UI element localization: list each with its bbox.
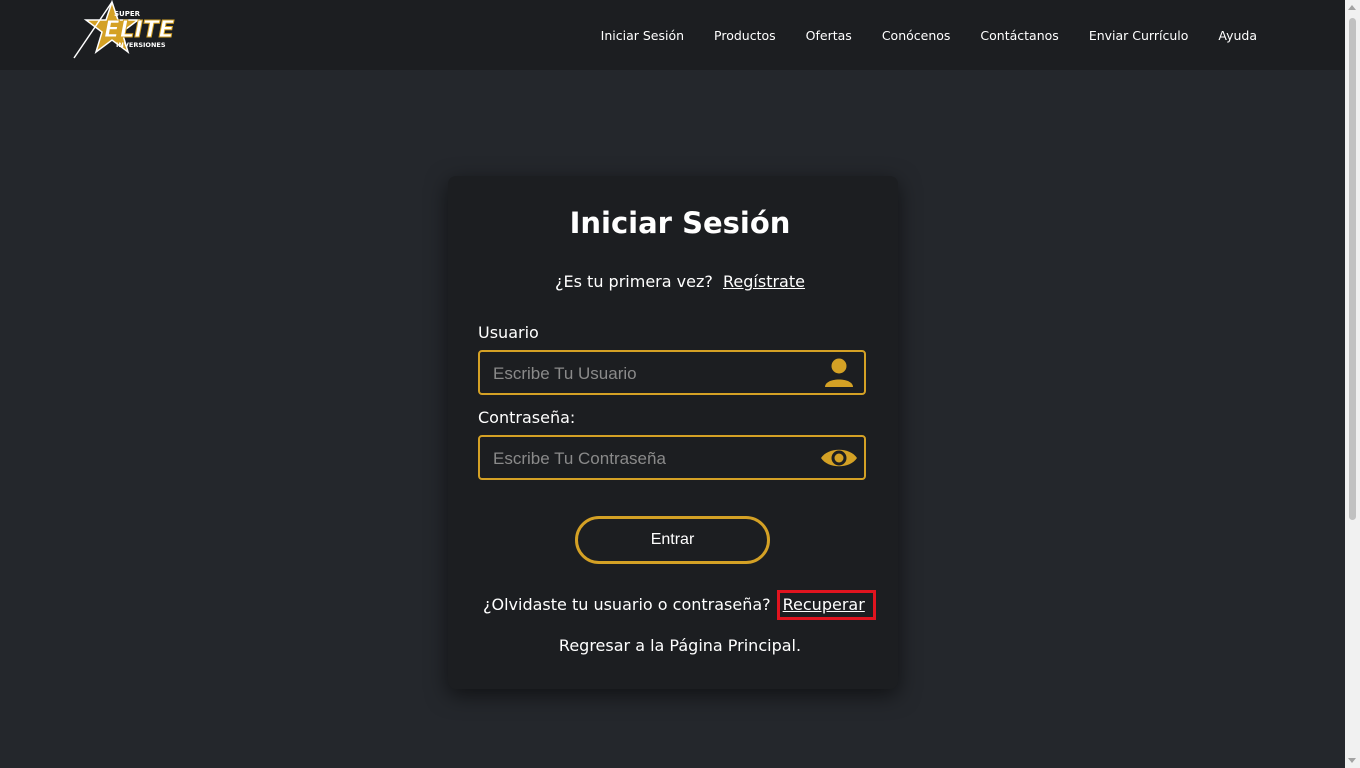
nav-link-conocenos[interactable]: Conócenos <box>882 28 951 43</box>
register-link[interactable]: Regístrate <box>723 272 805 291</box>
forgot-text: ¿Olvidaste tu usuario o contraseña? <box>483 595 771 614</box>
forgot-credentials: ¿Olvidaste tu usuario o contraseña? Recup… <box>483 590 876 621</box>
login-title: Iniciar Sesión <box>569 206 791 240</box>
nav-link-contactanos[interactable]: Contáctanos <box>980 28 1058 43</box>
username-label: Usuario <box>478 323 539 342</box>
user-icon <box>825 358 853 387</box>
logo-text-sub: INVERSIONES <box>116 41 166 49</box>
nav-link-enviar-curriculo[interactable]: Enviar Currículo <box>1089 28 1189 43</box>
username-input[interactable] <box>491 352 815 395</box>
login-submit-button[interactable]: Entrar <box>575 516 770 564</box>
username-field[interactable] <box>478 350 866 395</box>
scroll-down-icon[interactable] <box>1348 758 1356 763</box>
nav-link-productos[interactable]: Productos <box>714 28 776 43</box>
back-to-home-link[interactable]: Regresar a la Página Principal. <box>0 636 1360 655</box>
scroll-thumb[interactable] <box>1349 18 1356 520</box>
recover-highlight: Recuperar <box>776 590 876 621</box>
nav-links: Iniciar Sesión Productos Ofertas Conócen… <box>601 0 1257 70</box>
nav-link-ayuda[interactable]: Ayuda <box>1218 28 1257 43</box>
nav-link-ofertas[interactable]: Ofertas <box>806 28 852 43</box>
password-input[interactable] <box>491 437 815 480</box>
password-field[interactable] <box>478 435 866 480</box>
top-navbar: SUPER ELITE INVERSIONES Iniciar Sesión P… <box>0 0 1345 70</box>
eye-icon[interactable] <box>820 441 858 475</box>
recover-link[interactable]: Recuperar <box>783 595 865 614</box>
password-label: Contraseña: <box>478 408 576 427</box>
logo-text-main: ELITE <box>104 17 175 43</box>
super-elite-logo[interactable]: SUPER ELITE INVERSIONES <box>72 0 206 60</box>
scroll-up-icon[interactable] <box>1348 5 1356 10</box>
nav-link-iniciar-sesion[interactable]: Iniciar Sesión <box>601 28 684 43</box>
first-time-text: ¿Es tu primera vez? <box>555 272 713 291</box>
register-prompt: ¿Es tu primera vez? Regístrate <box>0 272 1360 291</box>
